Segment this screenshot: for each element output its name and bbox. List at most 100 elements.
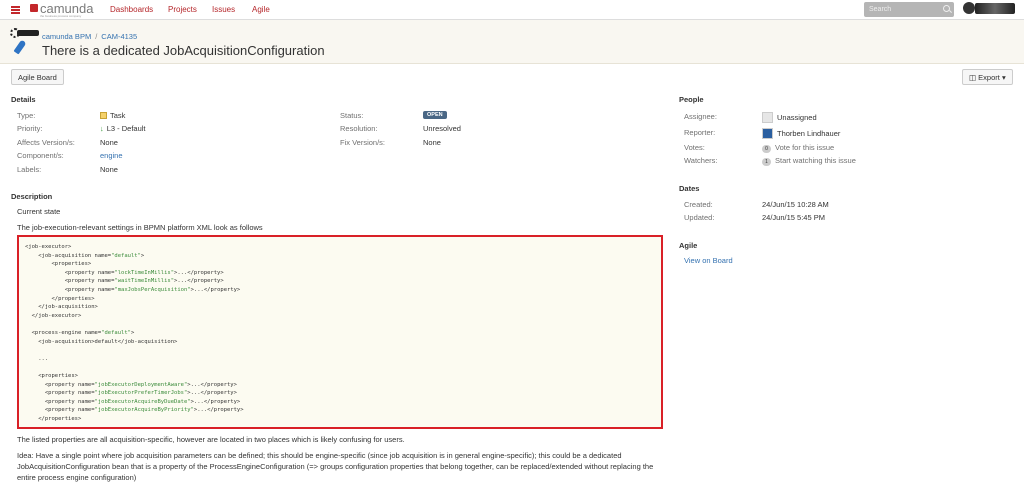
votes-count-badge: 0 <box>762 145 771 153</box>
issue-title: There is a dedicated JobAcquisitionConfi… <box>42 43 325 58</box>
created-value: 24/Jun/15 10:28 AM <box>762 200 829 209</box>
code-line: <property name="maxJobsPerAcquisition">.… <box>25 286 241 293</box>
details-heading: Details <box>11 95 36 104</box>
component-value[interactable]: engine <box>100 151 123 160</box>
votes-text: Vote for this issue <box>775 143 835 152</box>
arrow-down-icon: ↓ <box>100 124 104 133</box>
people-heading: People <box>679 95 704 104</box>
nav-issues[interactable]: Issues <box>212 5 235 14</box>
priority-label: Priority: <box>17 124 43 133</box>
breadcrumb-separator: / <box>95 32 98 41</box>
labels-label: Labels: <box>17 165 42 174</box>
reporter-avatar-icon <box>762 128 773 139</box>
chevron-down-icon: ▾ <box>999 73 1006 82</box>
logo-subtitle: the business process company <box>40 14 82 18</box>
dates-heading: Dates <box>679 184 700 193</box>
watchers-count-badge: 1 <box>762 158 771 166</box>
description-paragraph-4-line-3: entire process engine configuration) <box>17 473 137 482</box>
resolution-value: Unresolved <box>423 124 461 133</box>
updated-value: 24/Jun/15 5:45 PM <box>762 213 825 222</box>
issue-toolbar: Agile Board ◫ Export ▾ <box>0 64 1024 90</box>
search-icon[interactable] <box>943 5 950 12</box>
code-content: <job-executor> <job-acquisition name="de… <box>25 243 655 423</box>
code-line: </job-acquisition> <box>25 304 98 311</box>
code-line: <job-acquisition>default</job-acquisitio… <box>25 338 178 345</box>
priority-text: L3 - Default <box>106 124 146 133</box>
assignee-label: Assignee: <box>684 112 717 121</box>
task-icon <box>100 112 107 119</box>
top-navigation-bar: camunda the business process company Das… <box>0 0 1024 20</box>
assignee-value: Unassigned <box>762 112 817 123</box>
user-avatar[interactable] <box>975 3 1015 14</box>
nav-projects[interactable]: Projects <box>168 5 197 14</box>
code-line: <property name="jobExecutorAcquireByPrio… <box>25 407 244 414</box>
code-line: <job-acquisition name="default"> <box>25 252 145 259</box>
export-icon: ◫ <box>969 73 979 82</box>
nav-dashboards[interactable]: Dashboards <box>110 5 153 14</box>
code-line: <property name="waitTimeInMillis">...</p… <box>25 278 224 285</box>
view-on-board-link[interactable]: View on Board <box>684 256 733 265</box>
description-paragraph-4-line-2: JobAcquisitionConfiguration bean that is… <box>17 462 654 471</box>
affects-version-value: None <box>100 138 118 147</box>
component-label: Component/s: <box>17 151 64 160</box>
type-label: Type: <box>17 111 36 120</box>
fix-version-value: None <box>423 138 441 147</box>
code-line: </properties> <box>25 415 82 422</box>
code-line: <properties> <box>25 372 78 379</box>
unassigned-avatar-icon <box>762 112 773 123</box>
code-line: <property name="lockTimeInMillis">...</p… <box>25 269 224 276</box>
reporter-value[interactable]: Thorben Lindhauer <box>762 128 840 139</box>
code-line: <properties> <box>25 261 92 268</box>
votes-label: Votes: <box>684 143 705 152</box>
code-line: </job-executor> <box>25 312 82 319</box>
search-input[interactable]: Search <box>864 2 954 17</box>
logo-mark-icon <box>30 4 38 12</box>
watchers-label: Watchers: <box>684 156 718 165</box>
updated-label: Updated: <box>684 213 715 222</box>
export-button[interactable]: ◫ Export ▾ <box>962 69 1013 85</box>
reporter-label: Reporter: <box>684 128 716 137</box>
agile-board-button[interactable]: Agile Board <box>11 69 64 85</box>
description-paragraph-4-line-1: Idea: Have a single point where job acqu… <box>17 451 622 460</box>
breadcrumb-project[interactable]: camunda BPM <box>42 32 91 41</box>
code-line: <property name="jobExecutorDeploymentAwa… <box>25 381 237 388</box>
watchers-text: Start watching this issue <box>775 156 856 165</box>
priority-value: ↓ L3 - Default <box>100 124 146 133</box>
code-line: </properties> <box>25 295 95 302</box>
banner-icon <box>17 30 39 36</box>
issue-header: camunda BPM / CAM-4135 There is a dedicate… <box>0 20 1024 64</box>
menu-icon[interactable] <box>11 6 20 14</box>
breadcrumb-issue-key[interactable]: CAM-4135 <box>101 32 137 41</box>
description-paragraph-3: The listed properties are all acquisitio… <box>17 435 405 444</box>
agile-heading: Agile <box>679 241 698 250</box>
labels-value: None <box>100 165 118 174</box>
code-block: <job-executor> <job-acquisition name="de… <box>17 235 663 429</box>
type-text: Task <box>110 111 126 120</box>
votes-value[interactable]: 0 Vote for this issue <box>762 143 834 153</box>
code-line: <job-executor> <box>25 244 72 250</box>
code-line: ... <box>25 355 49 362</box>
help-icon[interactable] <box>963 2 975 14</box>
resolution-label: Resolution: <box>340 124 378 133</box>
nav-agile[interactable]: Agile <box>252 5 270 14</box>
fix-version-label: Fix Version/s: <box>340 138 386 147</box>
code-line: <property name="jobExecutorPreferTimerJo… <box>25 390 237 397</box>
status-badge: OPEN <box>423 111 447 119</box>
description-paragraph-2: The job-execution-relevant settings in B… <box>17 223 263 232</box>
project-avatar[interactable] <box>10 28 39 56</box>
code-line: <process-engine name="default"> <box>25 329 135 336</box>
type-value: Task <box>100 111 125 120</box>
created-label: Created: <box>684 200 713 209</box>
code-line: <property name="jobExecutorAcquireByDueD… <box>25 398 241 405</box>
reporter-text: Thorben Lindhauer <box>777 129 841 138</box>
export-label: Export <box>978 73 1000 82</box>
camunda-logo[interactable]: camunda the business process company <box>30 2 102 18</box>
watchers-value[interactable]: 1 Start watching this issue <box>762 156 856 166</box>
description-heading: Description <box>11 192 53 201</box>
search-placeholder: Search <box>869 6 892 13</box>
affects-version-label: Affects Version/s: <box>17 138 75 147</box>
breadcrumb: camunda BPM / CAM-4135 <box>42 32 137 41</box>
